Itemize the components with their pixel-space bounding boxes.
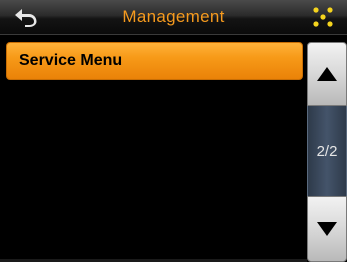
up-arrow-icon: [317, 67, 337, 81]
list-item-service-menu[interactable]: Service Menu: [6, 42, 303, 80]
home-button[interactable]: [303, 3, 343, 31]
page-down-button[interactable]: [307, 196, 347, 262]
list-item-label: Service Menu: [19, 52, 123, 69]
grid-dots-icon: [313, 7, 333, 27]
menu-list: Service Menu: [6, 42, 304, 256]
back-button[interactable]: [6, 3, 46, 31]
page-up-button[interactable]: [307, 42, 347, 106]
back-arrow-icon: [15, 9, 37, 27]
down-arrow-icon: [317, 222, 337, 236]
page-indicator-text: 2/2: [316, 142, 338, 160]
page-title: Management: [122, 7, 225, 26]
page-indicator: 2/2: [307, 106, 347, 196]
pagination-scrollbar: 2/2: [307, 40, 347, 262]
title-bar: Management: [0, 0, 347, 35]
